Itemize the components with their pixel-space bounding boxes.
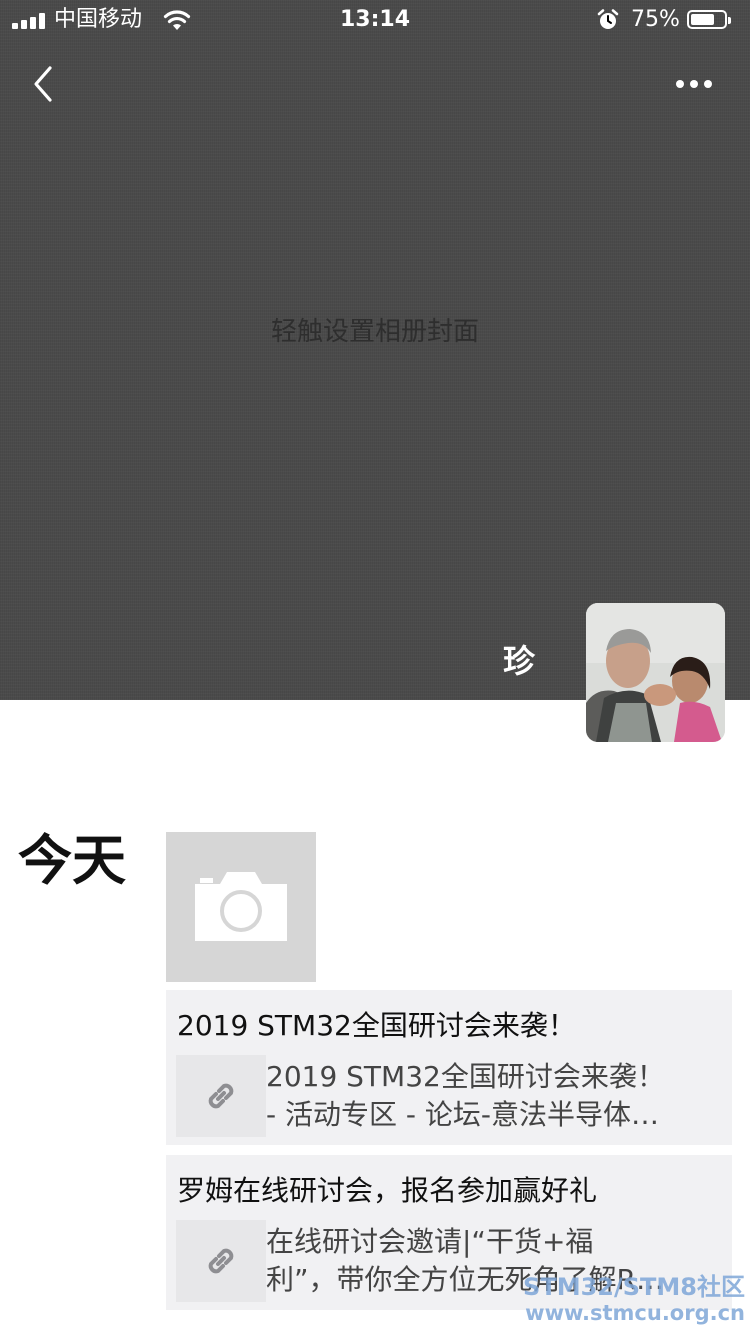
link-icon xyxy=(208,1248,234,1274)
shared-link-post[interactable]: 2019 STM32全国研讨会来袭！ 2019 STM32全国研讨会来袭！ - … xyxy=(166,990,732,1145)
add-photo-button[interactable] xyxy=(166,832,316,982)
post-title: 罗姆在线研讨会，报名参加赢好礼 xyxy=(177,1174,598,1207)
set-cover-hint[interactable]: 轻触设置相册封面 xyxy=(0,311,750,348)
link-thumbnail xyxy=(176,1220,266,1302)
link-description-line: - 活动专区 - 论坛-意法半导体… xyxy=(266,1098,660,1131)
camera-icon xyxy=(195,872,287,941)
watermark-line: STM32/STM8社区 xyxy=(523,1273,745,1301)
status-bar: 中国移动 13:14 75% xyxy=(0,0,750,40)
link-description-line: 2019 STM32全国研讨会来袭！ xyxy=(266,1060,665,1093)
watermark: STM32/STM8社区 www.stmcu.org.cn xyxy=(515,1274,745,1326)
battery-icon xyxy=(687,10,731,29)
profile-name: 珍 xyxy=(503,642,536,680)
link-icon xyxy=(208,1083,234,1109)
link-description: 2019 STM32全国研讨会来袭！ - 活动专区 - 论坛-意法半导体… xyxy=(266,1058,726,1134)
more-button[interactable] xyxy=(670,68,718,100)
link-thumbnail xyxy=(176,1055,266,1137)
link-description-line: 在线研讨会邀请|“干货+福 xyxy=(266,1225,594,1258)
battery-percent: 75% xyxy=(631,7,680,32)
chevron-left-icon xyxy=(34,66,52,102)
battery-fill xyxy=(691,14,714,25)
date-label: 今天 xyxy=(18,829,126,892)
avatar[interactable] xyxy=(586,603,725,742)
more-dots-icon xyxy=(676,80,712,88)
back-button[interactable] xyxy=(28,62,68,106)
post-title: 2019 STM32全国研讨会来袭！ xyxy=(177,1009,576,1042)
album-cover[interactable] xyxy=(0,0,750,700)
alarm-icon xyxy=(597,9,619,31)
watermark-line: www.stmcu.org.cn xyxy=(525,1301,745,1325)
